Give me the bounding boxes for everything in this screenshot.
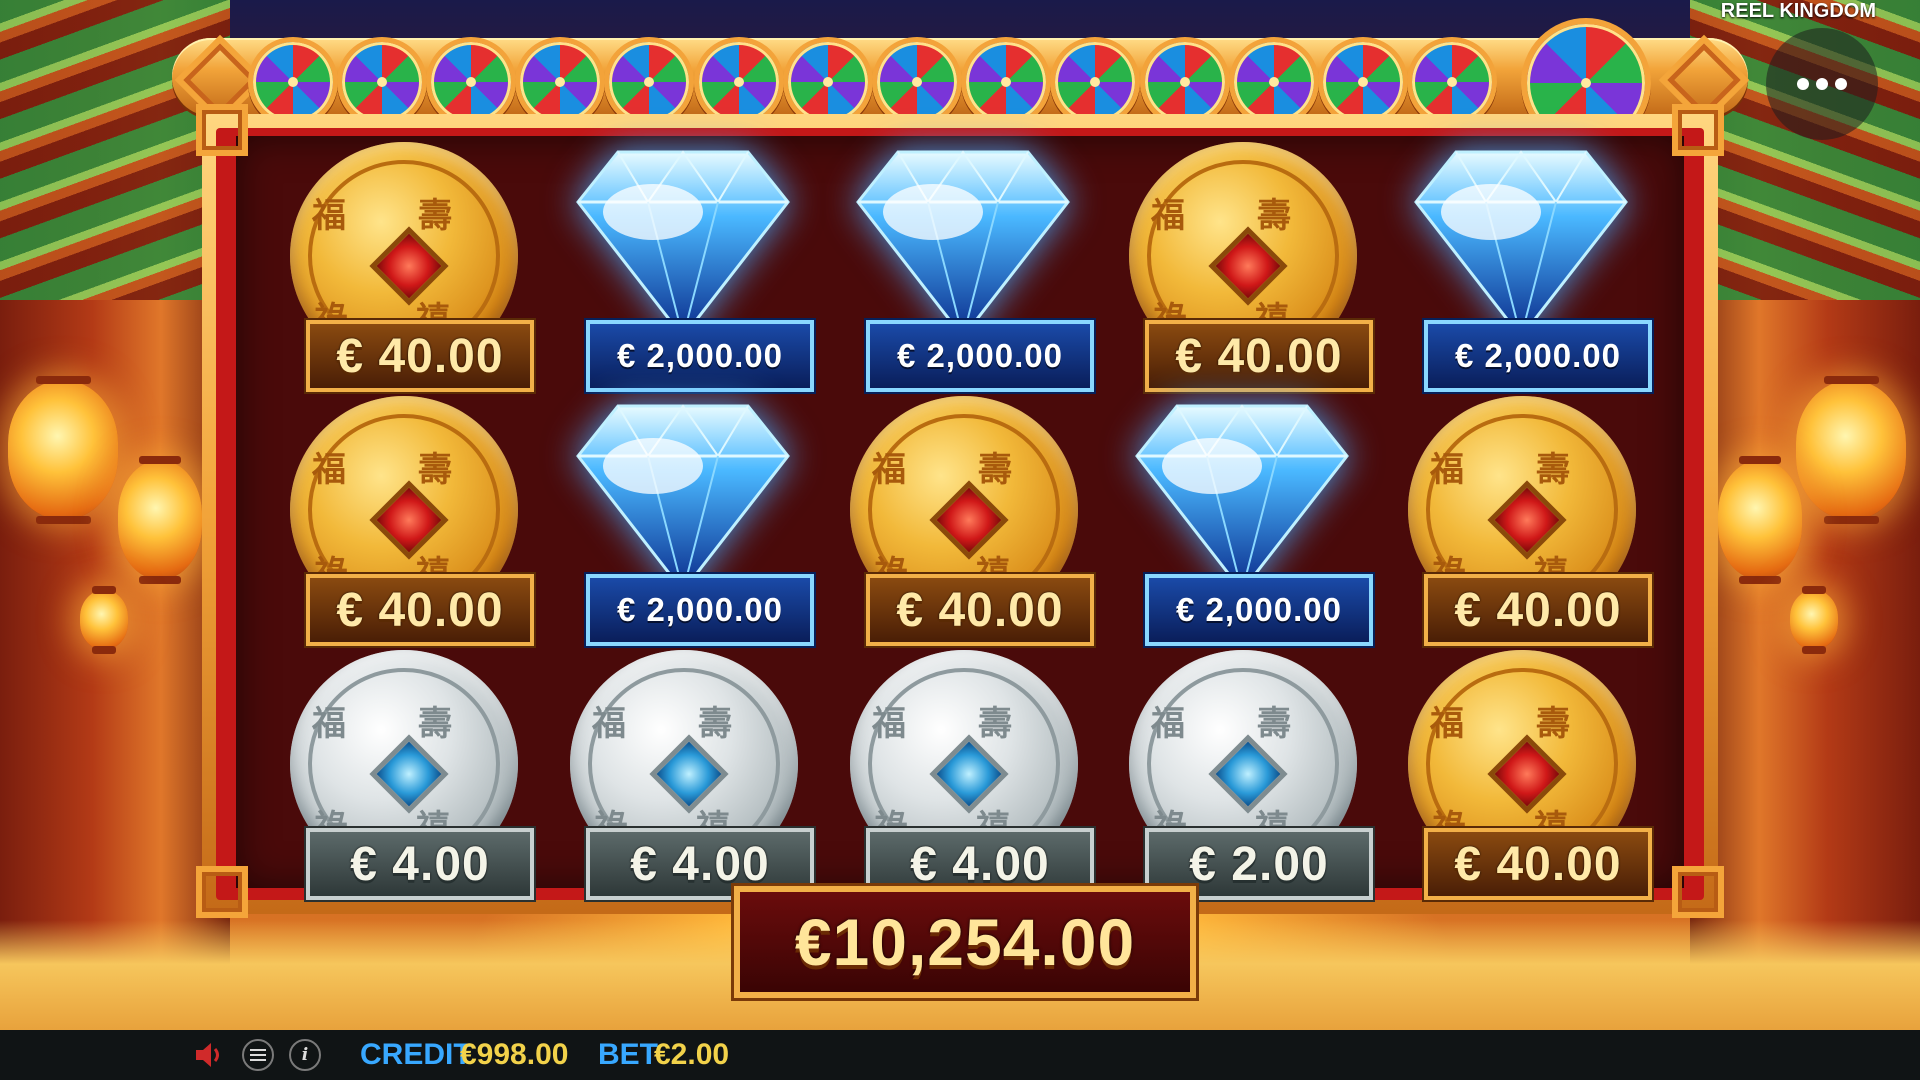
symbol-value-label: € 40.00: [866, 574, 1094, 646]
info-button[interactable]: i: [289, 1039, 321, 1071]
diamond-icon: [1117, 396, 1367, 596]
brand-logo: REEL KINGDOM: [1720, 0, 1876, 22]
lantern-icon: [1796, 376, 1906, 524]
symbol-value-label: € 2,000.00: [586, 574, 814, 646]
more-options-button[interactable]: [1766, 28, 1878, 140]
diamond-symbol: € 2,000.00: [1386, 142, 1652, 392]
symbol-value-label: € 2,000.00: [1145, 574, 1373, 646]
symbol-value-label: € 2,000.00: [866, 320, 1094, 392]
menu-button[interactable]: [242, 1039, 274, 1071]
symbol-value-label: € 2,000.00: [586, 320, 814, 392]
diamond-icon: [1396, 142, 1646, 342]
credit-value: €998.00: [460, 1038, 569, 1071]
more-dots-icon: [1816, 78, 1828, 90]
info-icon: i: [301, 1045, 309, 1065]
bet-label: BET: [598, 1038, 658, 1071]
gold-coin-symbol: 福壽祿禧€ 40.00: [1107, 142, 1373, 392]
diamond-symbol: € 2,000.00: [548, 396, 814, 646]
hamburger-icon: [250, 1049, 266, 1061]
gold-coin-symbol: 福壽祿禧€ 40.00: [268, 396, 534, 646]
frame-corner-ornament: [196, 866, 248, 918]
diamond-symbol: € 2,000.00: [828, 142, 1094, 392]
status-bar: i CREDIT €998.00 BET €2.00: [0, 1030, 1920, 1080]
more-dots-icon: [1835, 78, 1847, 90]
diamond-icon: [838, 142, 1088, 342]
symbol-value-label: € 40.00: [1424, 828, 1652, 900]
lantern-icon: [118, 456, 202, 584]
speaker-icon: [196, 1043, 219, 1067]
lantern-icon: [80, 586, 128, 654]
credit-label: CREDIT: [360, 1038, 472, 1071]
symbol-value-label: € 40.00: [306, 574, 534, 646]
frame-corner-ornament: [1672, 866, 1724, 918]
silver-coin-symbol: 福壽祿禧€ 4.00: [548, 650, 814, 900]
total-win-display: €10,254.00: [734, 886, 1196, 998]
more-dots-icon: [1797, 78, 1809, 90]
symbol-value-label: € 40.00: [1424, 574, 1652, 646]
silver-coin-symbol: 福壽祿禧€ 4.00: [268, 650, 534, 900]
frame-corner-ornament: [1672, 104, 1724, 156]
lantern-icon: [1790, 586, 1838, 654]
gold-coin-symbol: 福壽祿禧€ 40.00: [268, 142, 534, 392]
diamond-icon: [558, 142, 808, 342]
silver-coin-symbol: 福壽祿禧€ 2.00: [1107, 650, 1373, 900]
diamond-symbol: € 2,000.00: [1107, 396, 1373, 646]
diamond-icon: [558, 396, 808, 596]
gold-coin-symbol: 福壽祿禧€ 40.00: [828, 396, 1094, 646]
gold-coin-symbol: 福壽祿禧€ 40.00: [1386, 396, 1652, 646]
bet-value: €2.00: [654, 1038, 730, 1071]
symbol-value-label: € 40.00: [306, 320, 534, 392]
symbol-value-label: € 2,000.00: [1424, 320, 1652, 392]
lantern-icon: [8, 376, 118, 524]
diamond-symbol: € 2,000.00: [548, 142, 814, 392]
sound-toggle-button[interactable]: [194, 1039, 226, 1071]
silver-coin-symbol: 福壽祿禧€ 4.00: [828, 650, 1094, 900]
gold-coin-symbol: 福壽祿禧€ 40.00: [1386, 650, 1652, 900]
symbol-value-label: € 40.00: [1145, 320, 1373, 392]
symbol-value-label: € 4.00: [306, 828, 534, 900]
lantern-icon: [1718, 456, 1802, 584]
frame-corner-ornament: [196, 104, 248, 156]
